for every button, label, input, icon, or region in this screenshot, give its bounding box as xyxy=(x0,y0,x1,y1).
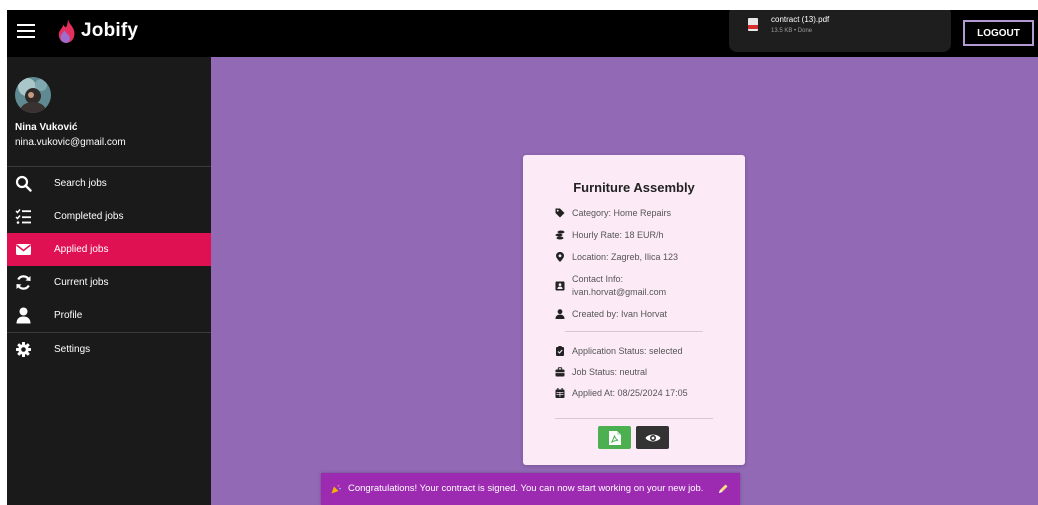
calendar-icon xyxy=(555,388,565,398)
view-job-button[interactable] xyxy=(636,426,669,449)
clipboard-check-icon xyxy=(555,346,565,356)
job-contact-label: Contact Info: xyxy=(572,274,624,284)
user-icon xyxy=(555,309,565,319)
sidebar-item-label: Settings xyxy=(54,344,91,355)
pencil-icon xyxy=(719,484,728,493)
sidebar-item-profile[interactable]: Profile xyxy=(7,299,211,332)
avatar[interactable] xyxy=(15,77,51,113)
job-rate-row: Hourly Rate: 18 EUR/h xyxy=(555,229,664,240)
flame-logo-icon xyxy=(58,19,75,43)
map-marker-icon xyxy=(555,252,565,262)
address-card-icon xyxy=(555,281,565,291)
sidebar-item-completed-jobs[interactable]: Completed jobs xyxy=(7,200,211,233)
user-icon xyxy=(15,307,32,324)
success-toast: Congratulations! Your contract is signed… xyxy=(321,473,740,505)
job-card: Furniture Assembly Category: Home Repair… xyxy=(523,155,745,465)
tag-icon xyxy=(555,208,565,218)
toast-message: Congratulations! Your contract is signed… xyxy=(348,483,704,494)
sidebar-item-search-jobs[interactable]: Search jobs xyxy=(7,167,211,200)
job-contact-row: Contact Info: ivan.horvat@gmail.com xyxy=(555,273,666,297)
sidebar-item-label: Search jobs xyxy=(54,178,107,189)
job-created-by: Created by: Ivan Horvat xyxy=(572,309,668,319)
sidebar: Nina Vuković nina.vukovic@gmail.com Sear… xyxy=(7,57,211,505)
eye-icon xyxy=(645,434,660,441)
search-icon xyxy=(15,175,32,192)
sidebar-item-applied-jobs[interactable]: Applied jobs xyxy=(7,233,211,266)
job-status-row: Job Status: neutral xyxy=(555,366,647,377)
app-name: Jobify xyxy=(81,20,139,41)
pdf-file-icon xyxy=(608,430,621,445)
job-location-row: Location: Zagreb, Ilica 123 xyxy=(555,251,678,262)
user-email: nina.vukovic@gmail.com xyxy=(15,137,126,148)
job-status: Job Status: neutral xyxy=(572,367,648,377)
sidebar-item-label: Current jobs xyxy=(54,277,109,288)
user-name: Nina Vuković xyxy=(15,122,78,133)
sidebar-item-label: Profile xyxy=(54,310,83,321)
checklist-icon xyxy=(15,208,32,225)
pdf-file-icon xyxy=(748,18,758,31)
application-status: Application Status: selected xyxy=(572,346,683,356)
job-hourly-rate: Hourly Rate: 18 EUR/h xyxy=(572,230,664,240)
sync-icon xyxy=(15,274,32,291)
job-title: Furniture Assembly xyxy=(573,180,695,195)
menu-icon[interactable] xyxy=(17,24,35,40)
job-creator-row: Created by: Ivan Horvat xyxy=(555,308,667,319)
top-bar: Jobify contract (13).pdf 13.5 KB • Done … xyxy=(7,10,1038,57)
job-location: Location: Zagreb, Ilica 123 xyxy=(572,252,679,262)
app-logo[interactable]: Jobify xyxy=(57,16,138,46)
logout-button[interactable]: LOGOUT xyxy=(963,20,1034,46)
job-contact-email[interactable]: ivan.horvat@gmail.com xyxy=(572,286,666,298)
download-meta: 13.5 KB • Done xyxy=(771,28,813,34)
card-divider xyxy=(565,331,703,332)
gear-icon xyxy=(15,341,32,358)
view-contract-pdf-button[interactable] xyxy=(598,426,631,449)
download-notification[interactable]: contract (13).pdf 13.5 KB • Done xyxy=(729,10,951,52)
app-frame: Jobify contract (13).pdf 13.5 KB • Done … xyxy=(7,10,1038,505)
download-file-name: contract (13).pdf xyxy=(771,15,830,24)
briefcase-icon xyxy=(555,367,565,377)
applied-at-row: Applied At: 08/25/2024 17:05 xyxy=(555,387,688,398)
sidebar-item-current-jobs[interactable]: Current jobs xyxy=(7,266,211,299)
application-status-row: Application Status: selected xyxy=(555,345,683,356)
sidebar-item-label: Applied jobs xyxy=(54,244,109,255)
card-divider xyxy=(555,418,713,419)
job-category: Category: Home Repairs xyxy=(572,208,672,218)
envelope-icon xyxy=(15,241,32,258)
applied-at: Applied At: 08/25/2024 17:05 xyxy=(572,388,688,398)
sidebar-item-label: Completed jobs xyxy=(54,211,124,222)
job-category-row: Category: Home Repairs xyxy=(555,207,671,218)
sidebar-item-settings[interactable]: Settings xyxy=(7,333,211,366)
coins-icon xyxy=(555,230,565,240)
party-popper-icon xyxy=(331,484,341,494)
